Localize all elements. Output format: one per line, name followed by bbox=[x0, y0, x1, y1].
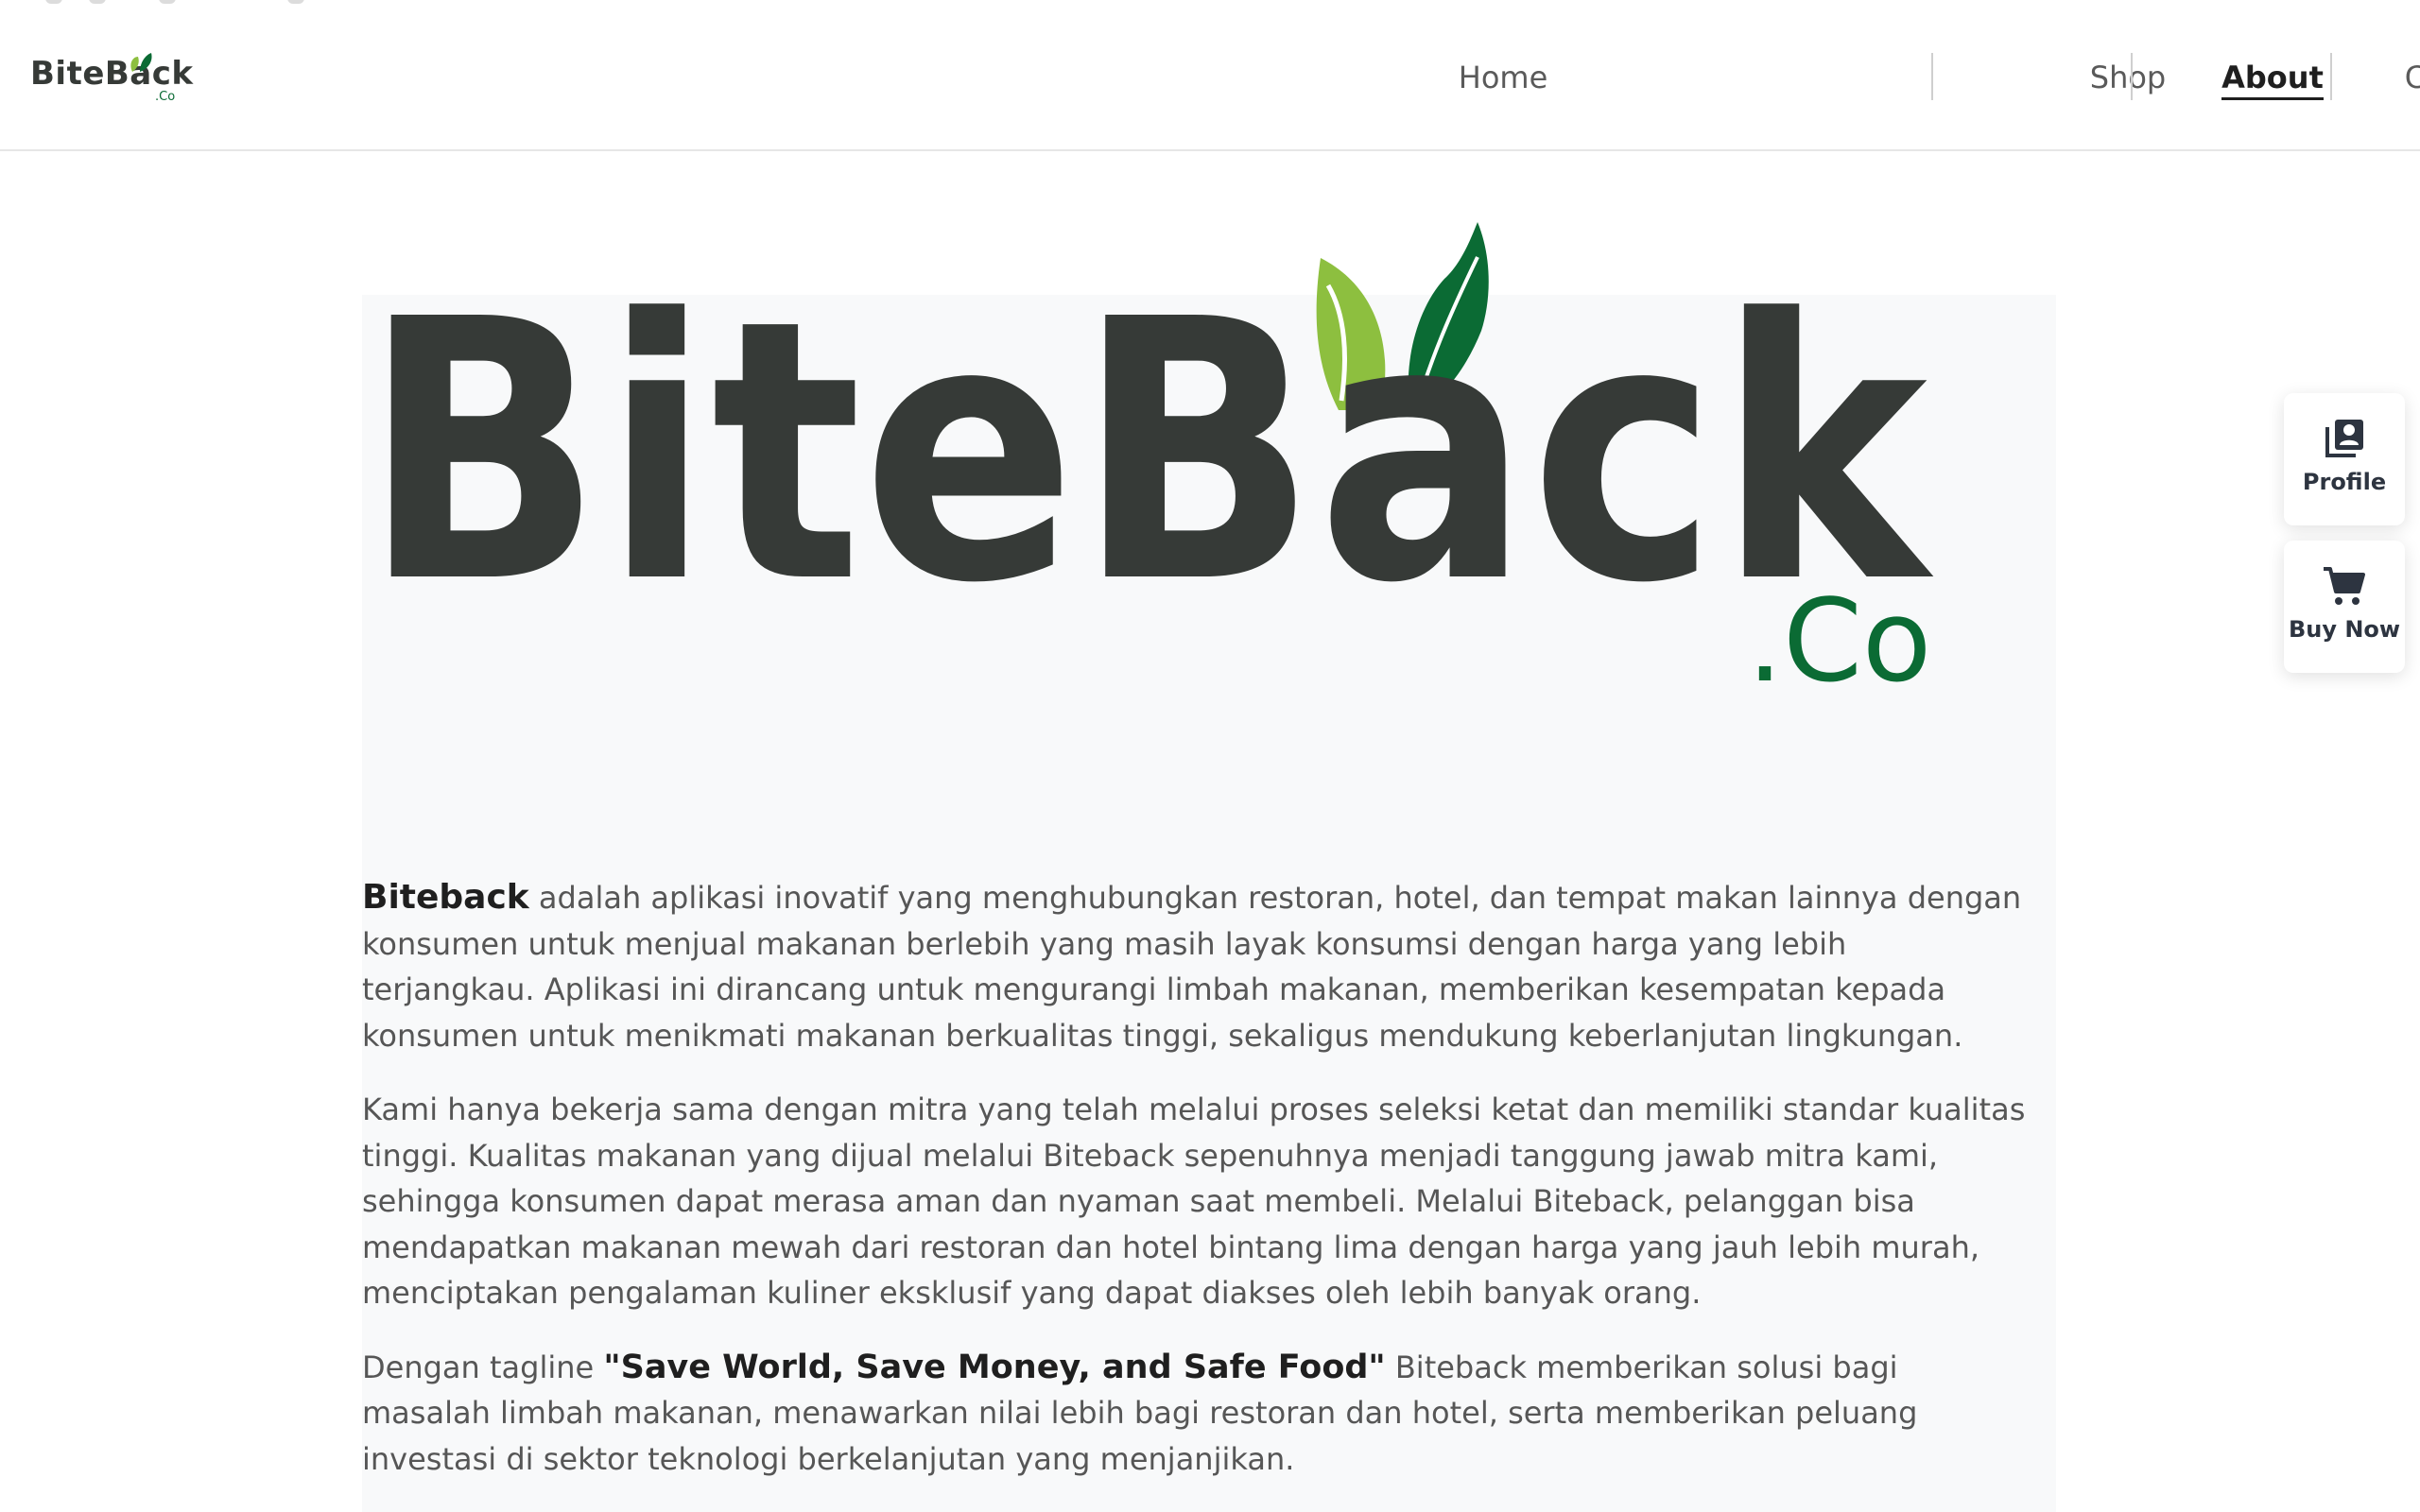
about-paragraph-3: Dengan tagline "Save World, Save Money, … bbox=[362, 1345, 2026, 1483]
nav-contact-label: Contact bbox=[2404, 60, 2420, 95]
profile-button-label: Profile bbox=[2302, 469, 2387, 495]
about-tagline: "Save World, Save Money, and Safe Food" bbox=[603, 1348, 1386, 1386]
nav-home-label: Home bbox=[1458, 60, 1548, 95]
about-paragraph-1: Biteback adalah aplikasi inovatif yang m… bbox=[362, 875, 2026, 1058]
buy-now-button-label: Buy Now bbox=[2288, 616, 2401, 643]
buy-now-button[interactable]: Buy Now bbox=[2284, 541, 2405, 673]
about-p3-pre: Dengan tagline bbox=[362, 1349, 604, 1385]
header-ghost-strip bbox=[45, 0, 310, 4]
about-paragraph-2: Kami hanya bekerja sama dengan mitra yan… bbox=[362, 1087, 2026, 1316]
main-nav: Home Shop About Contact bbox=[1380, 0, 2420, 151]
nav-home[interactable]: Home bbox=[1380, 57, 1626, 98]
about-p1-text: adalah aplikasi inovatif yang menghubung… bbox=[362, 880, 2022, 1054]
about-p2-text: Kami hanya bekerja sama dengan mitra yan… bbox=[362, 1091, 2026, 1311]
leaf-icon bbox=[130, 53, 152, 72]
nav-about-label: About bbox=[2221, 60, 2324, 100]
nav-divider bbox=[2131, 53, 2133, 100]
header-logo-word: BiteBack bbox=[30, 55, 194, 93]
hero-logo-suffix: .Co bbox=[1747, 576, 1931, 708]
site-header: BiteBack .Co Home Shop About Contact bbox=[0, 0, 2420, 151]
profile-book-icon bbox=[2325, 420, 2363, 457]
hero-logo: BiteBack .Co bbox=[362, 222, 1934, 708]
about-description: Biteback adalah aplikasi inovatif yang m… bbox=[362, 875, 2026, 1510]
nav-divider bbox=[2330, 53, 2332, 100]
nav-divider bbox=[1931, 53, 1933, 100]
cart-icon bbox=[2324, 567, 2365, 605]
about-brand-lead: Biteback bbox=[362, 878, 529, 917]
hero-logo-word: BiteBack bbox=[362, 243, 1934, 662]
nav-shop-label: Shop bbox=[2089, 60, 2167, 95]
header-logo[interactable]: BiteBack .Co bbox=[30, 53, 193, 104]
header-logo-suffix: .Co bbox=[155, 90, 176, 104]
profile-button[interactable]: Profile bbox=[2284, 393, 2405, 525]
nav-contact[interactable]: Contact bbox=[2333, 57, 2420, 98]
